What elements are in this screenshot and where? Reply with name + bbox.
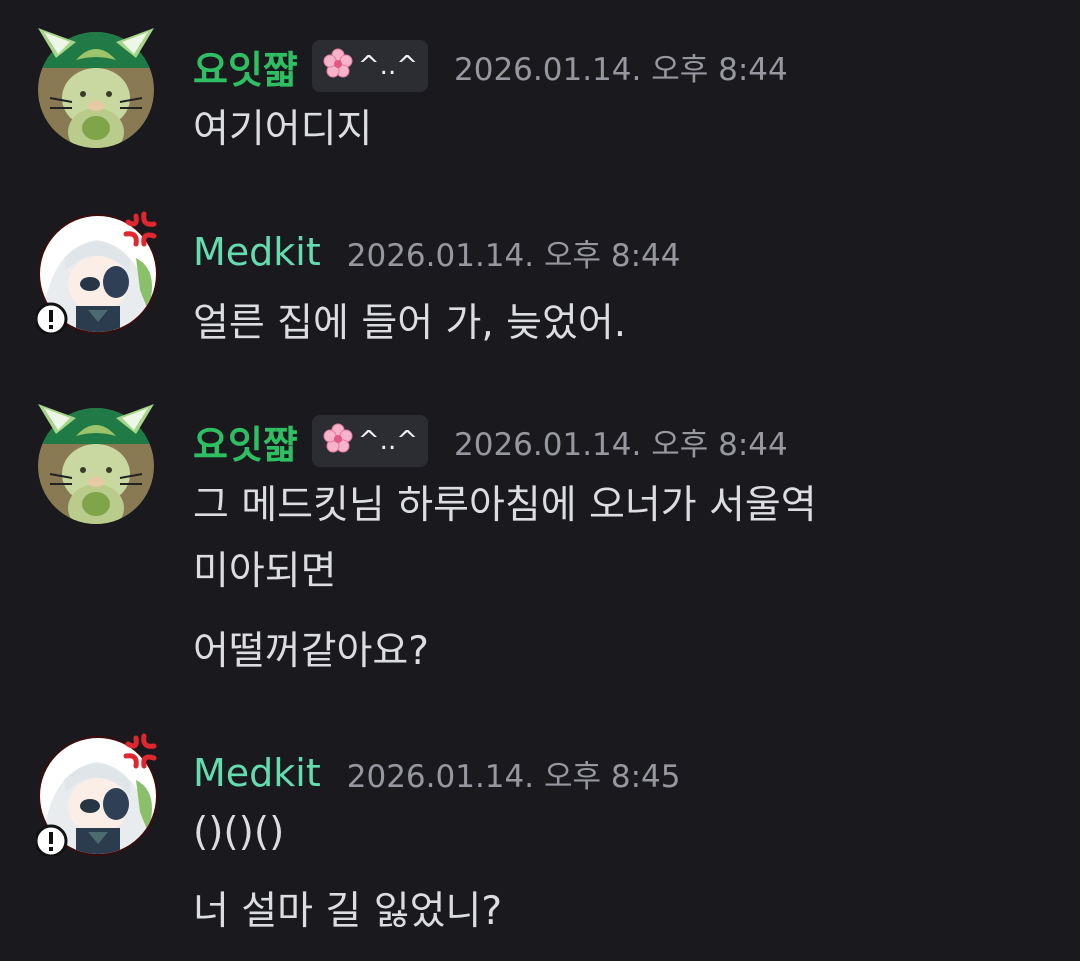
- message-text: ()()(): [193, 810, 285, 855]
- timestamp[interactable]: 2026.01.14. 오후 8:44: [454, 419, 788, 464]
- message-text: 그 메드킷님 하루아침에 오너가 서울역: [193, 483, 817, 528]
- cherry-blossom-icon: [322, 47, 354, 86]
- exclamation-icon: [36, 824, 68, 856]
- message-text: 여기어디지: [193, 107, 373, 152]
- user-tag[interactable]: ^..^: [311, 415, 428, 467]
- username[interactable]: 요잇쨟: [193, 414, 298, 469]
- avatar[interactable]: [36, 404, 156, 524]
- username[interactable]: 요잇쨟: [193, 39, 298, 94]
- user-tag-text: ^..^: [357, 426, 418, 456]
- message-header: 요잇쨟 ^..^ 2026.01.14. 오후 8:44: [193, 38, 788, 94]
- message-text: 얼른 집에 들어 가, 늦었어.: [193, 301, 627, 346]
- avatar[interactable]: [36, 210, 158, 334]
- message-text: 미아되면: [193, 549, 337, 594]
- username[interactable]: Medkit: [193, 751, 321, 795]
- exclamation-icon: [36, 302, 68, 334]
- message-text: 너 설마 길 잃었니?: [193, 889, 503, 934]
- cherry-blossom-icon: [322, 422, 354, 461]
- avatar[interactable]: [36, 732, 158, 856]
- message-header: Medkit 2026.01.14. 오후 8:45: [193, 745, 680, 801]
- message-header: 요잇쨟 ^..^ 2026.01.14. 오후 8:44: [193, 413, 788, 469]
- chat-log: 요잇쨟 ^..^ 2026.01.14. 오후 8:44 여기어디지 Medki…: [0, 0, 1080, 961]
- user-tag-text: ^..^: [357, 51, 418, 81]
- user-tag[interactable]: ^..^: [311, 40, 428, 92]
- message-header: Medkit 2026.01.14. 오후 8:44: [193, 224, 680, 280]
- timestamp[interactable]: 2026.01.14. 오후 8:44: [347, 230, 681, 275]
- avatar[interactable]: [36, 28, 156, 148]
- timestamp[interactable]: 2026.01.14. 오후 8:45: [347, 751, 681, 796]
- message-text: 어떨꺼같아요?: [193, 629, 429, 674]
- timestamp[interactable]: 2026.01.14. 오후 8:44: [454, 44, 788, 89]
- username[interactable]: Medkit: [193, 230, 321, 274]
